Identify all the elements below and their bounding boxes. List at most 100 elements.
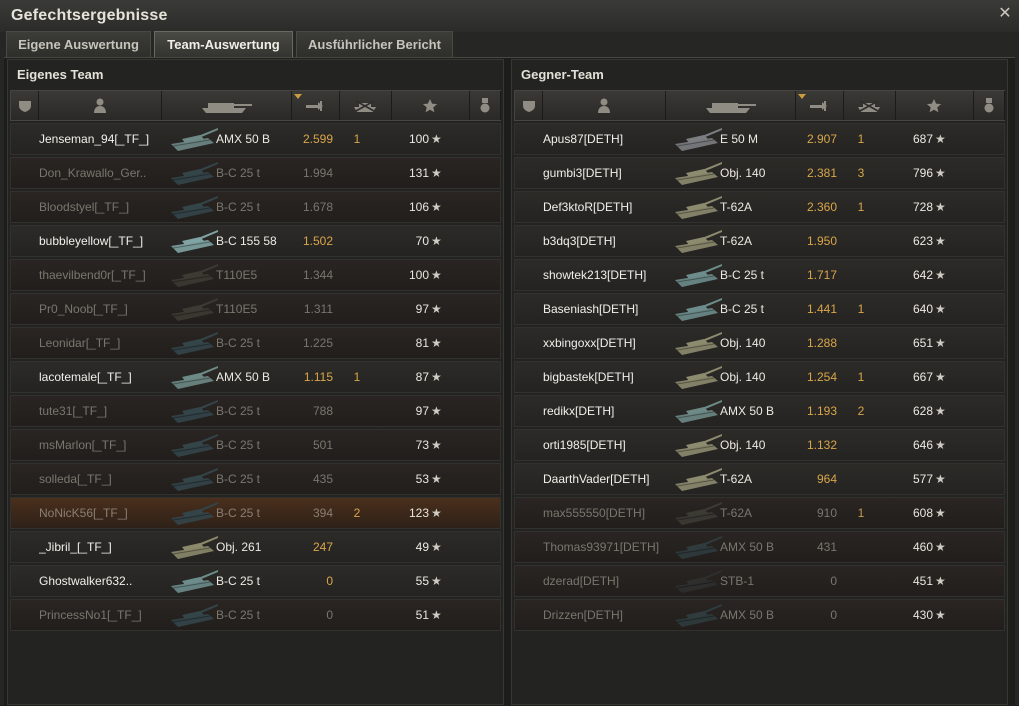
frags-value	[851, 430, 871, 460]
player-row[interactable]: orti1985[DETH] Obj. 140 1.132 646 ★	[514, 429, 1005, 461]
player-row[interactable]: Don_Krawallo_Ger.. B-C 25 t 1.994 131 ★	[10, 157, 501, 189]
frags-value	[347, 158, 367, 188]
tank-icon	[168, 362, 218, 392]
frags-value: 1	[857, 132, 865, 146]
frags-value	[347, 294, 367, 324]
column-tank[interactable]	[161, 91, 292, 120]
player-row[interactable]: Leonidar[_TF_] B-C 25 t 1.225 81 ★	[10, 327, 501, 359]
tank-name: T-62A	[720, 200, 753, 214]
column-damage[interactable]	[291, 91, 340, 120]
tab-detailed-report[interactable]: Ausführlicher Bericht	[296, 31, 453, 57]
tank-icon	[672, 566, 722, 596]
column-xp-star[interactable]	[895, 91, 974, 120]
tank-icon	[672, 294, 722, 324]
player-row[interactable]: gumbi3[DETH] Obj. 140 2.381 3 796 ★	[514, 157, 1005, 189]
player-row[interactable]: Pr0_Noob[_TF_] T110E5 1.311 97 ★	[10, 293, 501, 325]
player-row[interactable]: _Jibril_[_TF_] Obj. 261 247 49 ★	[10, 531, 501, 563]
xp-value: 97	[415, 404, 429, 418]
column-medal[interactable]	[973, 91, 1005, 120]
column-tank[interactable]	[665, 91, 796, 120]
player-row[interactable]: Apus87[DETH] E 50 M 2.907 1 687 ★	[514, 123, 1005, 155]
column-player[interactable]	[38, 91, 162, 120]
star-icon: ★	[935, 200, 946, 214]
player-row[interactable]: thaevilbend0r[_TF_] T110E5 1.344 100 ★	[10, 259, 501, 291]
tank-icon	[672, 362, 722, 392]
damage-value: 0	[830, 574, 837, 588]
frags-value	[851, 532, 871, 562]
tank-icon	[672, 430, 722, 460]
frags-value	[347, 260, 367, 290]
column-player[interactable]	[542, 91, 666, 120]
player-name: NoNicK56[_TF_]	[39, 506, 128, 520]
tank-icon	[168, 464, 218, 494]
player-row[interactable]: Def3ktoR[DETH] T-62A 2.360 1 728 ★	[514, 191, 1005, 223]
frags-value: 2	[857, 404, 865, 418]
frags-value	[851, 226, 871, 256]
star-icon: ★	[935, 336, 946, 350]
xp-value: 123	[408, 506, 429, 520]
player-row[interactable]: xxbingoxx[DETH] Obj. 140 1.288 651 ★	[514, 327, 1005, 359]
player-row[interactable]: Ghostwalker632.. B-C 25 t 0 55 ★	[10, 565, 501, 597]
xp-value: 628	[912, 404, 933, 418]
player-row[interactable]: Jenseman_94[_TF_] AMX 50 B 2.599 1 100 ★	[10, 123, 501, 155]
star-icon: ★	[935, 268, 946, 282]
column-xp-star[interactable]	[391, 91, 470, 120]
player-row[interactable]: bubbleyellow[_TF_] B-C 155 58 1.502 70 ★	[10, 225, 501, 257]
player-row[interactable]: lacotemale[_TF_] AMX 50 B 1.115 1 87 ★	[10, 361, 501, 393]
damage-value: 2.381	[806, 166, 837, 180]
xp-value: 796	[912, 166, 933, 180]
player-row[interactable]: max555550[DETH] T-62A 910 1 608 ★	[514, 497, 1005, 529]
player-row[interactable]: DaarthVader[DETH] T-62A 964 577 ★	[514, 463, 1005, 495]
frags-value	[851, 464, 871, 494]
damage-value: 0	[326, 574, 333, 588]
column-frags[interactable]	[843, 91, 896, 120]
player-row[interactable]: Drizzen[DETH] AMX 50 B 0 430 ★	[514, 599, 1005, 631]
tab-own-evaluation[interactable]: Eigene Auswertung	[6, 31, 151, 57]
damage-value: 501	[312, 438, 333, 452]
player-row[interactable]: Bloodstyel[_TF_] B-C 25 t 1.678 106 ★	[10, 191, 501, 223]
column-damage[interactable]	[795, 91, 844, 120]
player-row[interactable]: solleda[_TF_] B-C 25 t 435 53 ★	[10, 463, 501, 495]
xp-value: 100	[408, 268, 429, 282]
player-row[interactable]: bigbastek[DETH] Obj. 140 1.254 1 667 ★	[514, 361, 1005, 393]
player-row[interactable]: dzerad[DETH] STB-1 0 451 ★	[514, 565, 1005, 597]
player-row[interactable]: msMarlon[_TF_] B-C 25 t 501 73 ★	[10, 429, 501, 461]
frags-value	[347, 600, 367, 630]
frags-value	[347, 396, 367, 426]
player-row[interactable]: showtek213[DETH] B-C 25 t 1.717 642 ★	[514, 259, 1005, 291]
xp-value: 70	[415, 234, 429, 248]
star-icon: ★	[431, 506, 442, 520]
frags-value	[851, 566, 871, 596]
player-row[interactable]: NoNicK56[_TF_] B-C 25 t 394 2 123 ★	[10, 497, 501, 529]
tank-icon	[168, 158, 218, 188]
player-row[interactable]: Thomas93971[DETH] AMX 50 B 431 460 ★	[514, 531, 1005, 563]
xp-value: 87	[415, 370, 429, 384]
player-icon	[93, 98, 107, 113]
tank-name: AMX 50 B	[720, 540, 775, 554]
column-frags[interactable]	[339, 91, 392, 120]
column-medal[interactable]	[469, 91, 501, 120]
tank-name: T-62A	[720, 234, 753, 248]
frags-value	[347, 464, 367, 494]
player-row[interactable]: b3dq3[DETH] T-62A 1.950 623 ★	[514, 225, 1005, 257]
close-icon[interactable]: ✕	[997, 6, 1013, 22]
tank-icon	[168, 192, 218, 222]
star-icon: ★	[935, 472, 946, 486]
player-row[interactable]: redikx[DETH] AMX 50 B 1.193 2 628 ★	[514, 395, 1005, 427]
tab-team-evaluation[interactable]: Team-Auswertung	[154, 31, 293, 57]
player-name: showtek213[DETH]	[543, 268, 647, 282]
column-squad[interactable]	[11, 91, 39, 120]
player-row[interactable]: PrincessNo1[_TF_] B-C 25 t 0 51 ★	[10, 599, 501, 631]
frags-value	[347, 192, 367, 222]
tank-icon	[672, 158, 722, 188]
tank-icon	[168, 260, 218, 290]
results-content: Eigenes Team Jenseman_94[_TF_] AMX 50 B 2.…	[4, 57, 1015, 706]
xp-value: 651	[912, 336, 933, 350]
damage-value: 1.344	[302, 268, 333, 282]
player-row[interactable]: tute31[_TF_] B-C 25 t 788 97 ★	[10, 395, 501, 427]
column-squad[interactable]	[515, 91, 543, 120]
xp-star-icon	[926, 98, 942, 114]
player-row[interactable]: Baseniash[DETH] B-C 25 t 1.441 1 640 ★	[514, 293, 1005, 325]
tank-name: B-C 25 t	[216, 166, 261, 180]
player-name: tute31[_TF_]	[39, 404, 108, 418]
